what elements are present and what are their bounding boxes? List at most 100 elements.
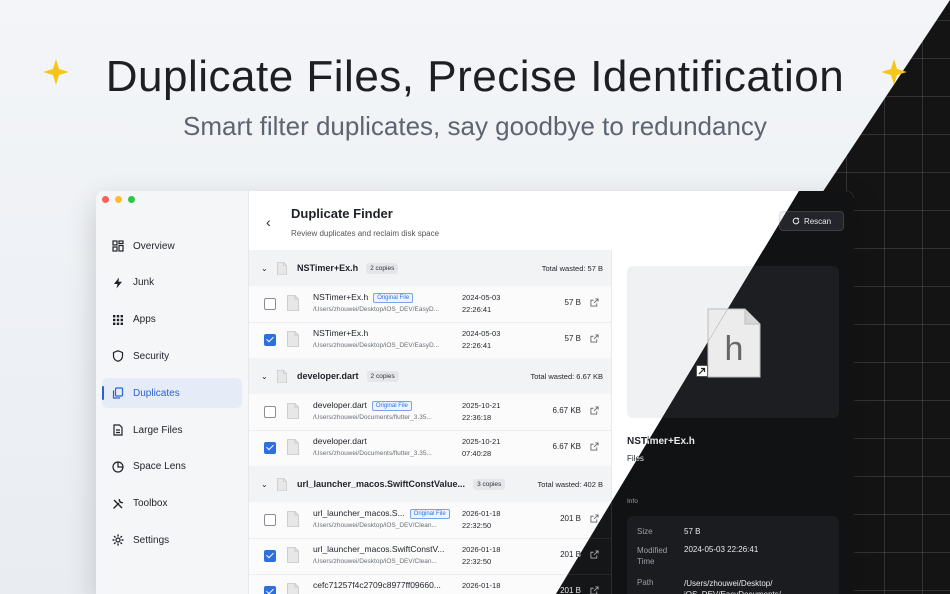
sidebar-item-label: Security: [133, 350, 170, 362]
file-date: 2024-05-03: [462, 293, 501, 302]
file-icon: [287, 547, 299, 563]
group-name: developer.dart: [297, 371, 359, 381]
path-value: /Users/zhouwei/Desktop/ iOS_DEV/EasyDocu…: [684, 579, 781, 594]
apps-grid-icon: [112, 314, 124, 326]
sidebar: Overview Junk Apps Security Duplicates Large …: [96, 191, 249, 594]
file-path: /Users/zhouwei/Desktop/iOS_DEV/Clean...: [313, 522, 437, 529]
file-path: /Users/zhouwei/Documents/flutter_3.35...: [313, 450, 432, 457]
file-icon: [287, 583, 299, 594]
chevron-down-icon[interactable]: ⌄: [261, 372, 271, 381]
sidebar-item-overview[interactable]: Overview: [102, 231, 242, 261]
window-controls: [102, 196, 135, 203]
file-modified: 2026-01-1822:32:50: [462, 544, 500, 568]
row-checkbox[interactable]: [264, 514, 276, 526]
sidebar-item-label: Duplicates: [133, 387, 180, 399]
sidebar-item-label: Settings: [133, 534, 170, 546]
file-path: /Users/zhouwei/Desktop/iOS_DEV/Clean...: [313, 558, 437, 565]
sidebar-item-settings[interactable]: Settings: [102, 525, 242, 555]
group-name: url_launcher_macos.SwiftConstValue...: [297, 479, 466, 489]
sidebar-item-label: Apps: [133, 314, 156, 326]
path-key: Path: [637, 578, 654, 587]
file-time: 22:26:41: [462, 305, 492, 314]
sidebar-item-large-files[interactable]: Large Files: [102, 415, 242, 445]
open-external-icon[interactable]: [590, 442, 599, 451]
open-external-icon[interactable]: [590, 586, 599, 594]
file-modified: 2024-05-03 22:26:41: [462, 328, 500, 352]
duplicate-group-header[interactable]: ⌄ NSTimer+Ex.h 2 copies Total wasted: 57 B: [249, 250, 611, 286]
open-external-icon[interactable]: [590, 298, 599, 307]
row-checkbox[interactable]: [264, 586, 276, 594]
sidebar-item-label: Large Files: [133, 424, 183, 436]
content-header: ‹ Duplicate Finder Review duplicates and r…: [249, 191, 854, 249]
headline: Duplicate Files, Precise Identification: [0, 52, 950, 102]
total-wasted: Total wasted: 6.67 KB: [530, 371, 603, 381]
table-row[interactable]: developer.dart Original File/Users/zhouwe…: [249, 394, 611, 431]
sidebar-item-duplicates[interactable]: Duplicates: [102, 378, 242, 409]
file-size: 201 B: [560, 586, 581, 594]
active-indicator: [102, 386, 104, 401]
sidebar-item-security[interactable]: Security: [102, 341, 242, 371]
chevron-down-icon[interactable]: ⌄: [261, 264, 271, 273]
open-external-icon[interactable]: [590, 406, 599, 415]
info-box: Size 57 B Modified Time 2024-05-03 22:26:41…: [627, 516, 839, 594]
duplicate-list: ⌄ NSTimer+Ex.h 2 copies Total wasted: 57 B N…: [249, 250, 612, 594]
file-icon: [287, 403, 299, 419]
minimize-window-button[interactable]: [115, 196, 122, 203]
rescan-button[interactable]: Rescan: [779, 211, 844, 231]
sidebar-item-label: Toolbox: [133, 498, 168, 510]
table-row[interactable]: url_launcher_macos.SwiftConstV... /Users/…: [249, 538, 611, 575]
table-row[interactable]: cefc71257f4c2709c8977ff09660.../Users/zh…: [249, 574, 611, 594]
sidebar-item-space-lens[interactable]: Space Lens: [102, 452, 242, 482]
row-checkbox[interactable]: [264, 334, 276, 346]
file-modified: 2026-01-1822:32:50: [462, 580, 500, 594]
file-icon: [287, 511, 299, 527]
file-path: /Users/zhouwei/Desktop/iOS_DEV/EasyD...: [313, 306, 440, 313]
shield-icon: [112, 350, 124, 363]
open-external-icon[interactable]: [590, 334, 599, 343]
chevron-down-icon[interactable]: ⌄: [261, 480, 271, 489]
tools-icon: [112, 498, 124, 510]
row-checkbox[interactable]: [264, 406, 276, 418]
table-row[interactable]: url_launcher_macos.S... Original File/Use…: [249, 502, 611, 539]
file-name: developer.dart Original File: [313, 400, 412, 411]
file-name: url_launcher_macos.S... Original File: [313, 508, 450, 519]
row-checkbox[interactable]: [264, 550, 276, 562]
file-time: 22:26:41: [462, 341, 492, 350]
lightning-icon: [112, 277, 124, 289]
open-external-icon[interactable]: [590, 514, 599, 523]
sidebar-item-apps[interactable]: Apps: [102, 305, 242, 335]
row-checkbox[interactable]: [264, 298, 276, 310]
sidebar-item-label: Overview: [133, 240, 175, 252]
file-date: 2025-10-21: [462, 437, 501, 446]
file-size: 201 B: [560, 550, 581, 559]
sidebar-item-label: Junk: [133, 277, 155, 289]
sidebar-item-junk[interactable]: Junk: [102, 268, 242, 298]
file-time: 22:32:50: [462, 557, 492, 566]
duplicate-group-header[interactable]: ⌄ developer.dart 2 copies Total wasted: 6.6…: [249, 358, 611, 394]
size-value: 57 B: [684, 527, 701, 536]
total-wasted: Total wasted: 402 B: [537, 479, 603, 489]
sidebar-item-toolbox[interactable]: Toolbox: [102, 489, 242, 519]
file-icon: [287, 439, 299, 455]
size-key: Size: [637, 527, 653, 536]
file-date: 2026-01-18: [462, 581, 501, 590]
file-date: 2026-01-18: [462, 509, 501, 518]
file-name-text: developer.dart: [313, 436, 367, 446]
file-icon: [287, 331, 299, 347]
file-modified: 2025-10-21 22:36:18: [462, 400, 500, 424]
table-row[interactable]: developer.dart/Users/zhouwei/Documents/f…: [249, 430, 611, 467]
row-checkbox[interactable]: [264, 442, 276, 454]
app-window: Overview Junk Apps Security Duplicates Large …: [96, 191, 854, 594]
duplicate-group-header[interactable]: ⌄ url_launcher_macos.SwiftConstValue... 3 …: [249, 466, 611, 502]
back-button[interactable]: ‹: [266, 214, 271, 230]
file-name: cefc71257f4c2709c8977ff09660...: [313, 580, 441, 590]
table-row[interactable]: NSTimer+Ex.h Original File/Users/zhouwei/…: [249, 286, 611, 323]
file-name: NSTimer+Ex.h: [313, 328, 368, 338]
file-size: 6.67 KB: [552, 406, 581, 415]
large-files-icon: [112, 424, 124, 436]
table-row[interactable]: NSTimer+Ex.h/Users/zhouwei/Desktop/iOS_D…: [249, 322, 611, 359]
close-window-button[interactable]: [102, 196, 109, 203]
open-external-icon[interactable]: [590, 550, 599, 559]
zoom-window-button[interactable]: [128, 196, 135, 203]
file-size: 6.67 KB: [552, 442, 581, 451]
